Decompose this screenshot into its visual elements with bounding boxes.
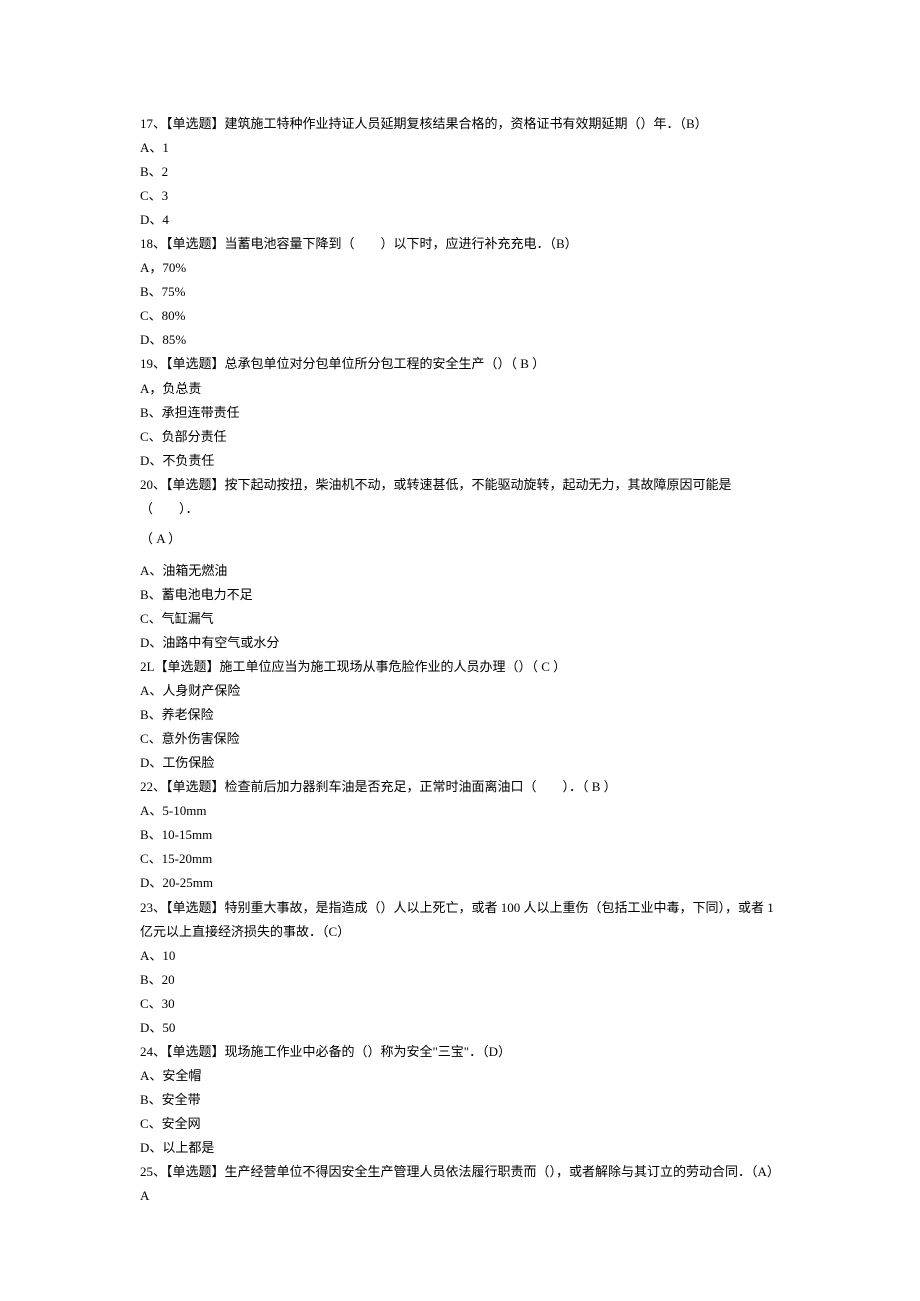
text-line: A、人身财产保险 (140, 679, 780, 703)
text-line: 20、【单选题】按下起动按扭，柴油机不动，或转速甚低，不能驱动旋转，起动无力，其… (140, 473, 780, 521)
text-line: A，负总责 (140, 377, 780, 401)
text-line: D、85% (140, 328, 780, 352)
text-line: 23、【单选题】特别重大事故，是指造成（）人以上死亡，或者 100 人以上重伤（… (140, 896, 780, 944)
text-line: D、50 (140, 1016, 780, 1040)
text-line: D、4 (140, 208, 780, 232)
text-line: C、30 (140, 992, 780, 1016)
text-line: A、5-10mm (140, 799, 780, 823)
text-line: 22、【单选题】检查前后加力器刹车油是否充足，正常时油面离油口（ ）．（ B ） (140, 775, 780, 799)
text-line: D、20-25mm (140, 871, 780, 895)
text-line: 24、【单选题】现场施工作业中必备的（）称为安全"三宝"．（D） (140, 1040, 780, 1064)
text-line: D、油路中有空气或水分 (140, 631, 780, 655)
text-line: 25、【单选题】生产经营单位不得因安全生产管理人员依法履行职责而（），或者解除与… (140, 1160, 780, 1208)
text-line: C、80% (140, 304, 780, 328)
text-line: A、安全帽 (140, 1064, 780, 1088)
text-line: C、气缸漏气 (140, 607, 780, 631)
text-line: B、蓄电池电力不足 (140, 583, 780, 607)
text-line: 19、【单选题】总承包单位对分包单位所分包工程的安全生产（）（ B ） (140, 352, 780, 376)
text-line: B、养老保险 (140, 703, 780, 727)
text-line: （ A ） (140, 527, 780, 551)
text-line: C、安全网 (140, 1112, 780, 1136)
text-line: D、不负责任 (140, 449, 780, 473)
text-line: D、工伤保脸 (140, 751, 780, 775)
text-line: B、2 (140, 160, 780, 184)
text-line: B、10-15mm (140, 823, 780, 847)
text-line: C、负部分责任 (140, 425, 780, 449)
document-page: 17、【单选题】建筑施工特种作业持证人员延期复核结果合格的，资格证书有效期延期（… (0, 0, 920, 1301)
text-line: 17、【单选题】建筑施工特种作业持证人员延期复核结果合格的，资格证书有效期延期（… (140, 112, 780, 136)
text-line: A、1 (140, 136, 780, 160)
text-line: B、安全带 (140, 1088, 780, 1112)
text-line: A、10 (140, 944, 780, 968)
text-line: B、20 (140, 968, 780, 992)
text-line: D、以上都是 (140, 1136, 780, 1160)
text-line: 2L【单选题】施工单位应当为施工现场从事危脸作业的人员办理（）（ C ） (140, 655, 780, 679)
text-line: C、15-20mm (140, 847, 780, 871)
text-line: C、意外伤害保险 (140, 727, 780, 751)
text-line: A、油箱无燃油 (140, 559, 780, 583)
text-line: B、承担连带责任 (140, 401, 780, 425)
text-line: A，70% (140, 256, 780, 280)
text-line: B、75% (140, 280, 780, 304)
text-line: C、3 (140, 184, 780, 208)
text-line: 18、【单选题】当蓄电池容量下降到（ ）以下时，应进行补充充电．（B） (140, 232, 780, 256)
